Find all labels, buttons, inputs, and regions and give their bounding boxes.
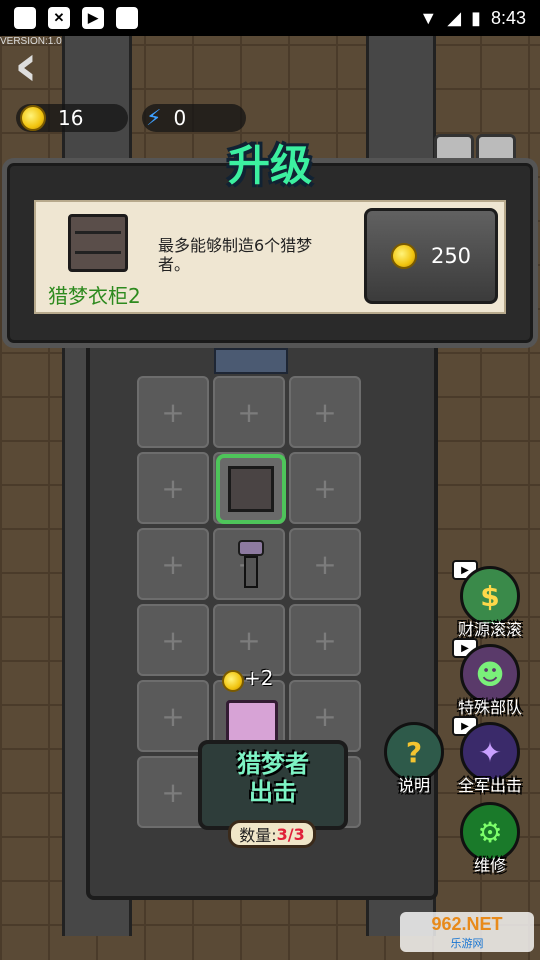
app-icon bbox=[14, 7, 36, 29]
attack-title-line1: 猎梦者 bbox=[237, 750, 309, 778]
all-out-attack-button[interactable]: ✦ 全军出击 bbox=[450, 722, 530, 796]
wardrobe-sprite bbox=[228, 466, 274, 512]
grid-slot[interactable]: + bbox=[137, 528, 209, 600]
coin-counter: 16 bbox=[16, 104, 128, 132]
item-description: 最多能够制造6个猎梦者。 bbox=[158, 236, 313, 274]
wealth-button[interactable]: $ 财源滚滚 bbox=[450, 566, 530, 640]
repair-button[interactable]: ⚙ 维修 bbox=[450, 802, 530, 876]
grid-slot[interactable]: + bbox=[137, 604, 209, 676]
clock: 8:43 bbox=[490, 7, 526, 28]
lamp-building[interactable] bbox=[238, 540, 264, 590]
grid-slot[interactable]: + bbox=[137, 680, 209, 752]
shield-icon: ▶ bbox=[82, 7, 104, 29]
coin-count: 16 bbox=[58, 106, 84, 130]
door[interactable] bbox=[214, 348, 288, 374]
grid-slot[interactable]: + bbox=[289, 528, 361, 600]
count-value: 3/3 bbox=[276, 824, 305, 844]
watermark-brand: 962.NET bbox=[431, 913, 503, 934]
wealth-label: 财源滚滚 bbox=[457, 620, 522, 639]
count-label: 数量: bbox=[239, 826, 277, 845]
wardrobe-icon bbox=[68, 214, 128, 272]
hunter-attack-button[interactable]: 猎梦者 出击 bbox=[198, 740, 348, 830]
grid-slot[interactable]: + bbox=[289, 376, 361, 448]
lightning-icon: ⚡ bbox=[146, 105, 162, 131]
coin-icon bbox=[222, 670, 244, 692]
coin-gain-text: +2 bbox=[244, 666, 274, 690]
special-forces-button[interactable]: ☻ 特殊部队 bbox=[450, 644, 530, 718]
help-button[interactable]: ? 说明 bbox=[374, 722, 454, 796]
all-out-label: 全军出击 bbox=[457, 776, 522, 795]
help-label: 说明 bbox=[397, 776, 430, 795]
close-notification-icon: ✕ bbox=[48, 7, 70, 29]
sd-card-icon bbox=[116, 7, 138, 29]
status-bar: ✕ ▶ ▼ ◢ ▮ 8:43 bbox=[0, 0, 540, 36]
special-label: 特殊部队 bbox=[457, 698, 522, 717]
battery-icon: ▮ bbox=[471, 7, 481, 28]
hunter-count: 数量: 3/3 bbox=[228, 820, 316, 848]
wifi-icon: ▼ bbox=[419, 7, 438, 28]
repair-label: 维修 bbox=[473, 856, 506, 875]
lamp-top bbox=[238, 540, 264, 556]
lamp-body bbox=[244, 556, 258, 588]
coin-icon bbox=[20, 105, 46, 131]
signal-icon: ◢ bbox=[447, 7, 462, 28]
energy-count: 0 bbox=[173, 106, 187, 130]
grid-slot[interactable]: + bbox=[137, 376, 209, 448]
watermark-logo: 962.NET 乐游网 bbox=[400, 912, 534, 952]
grid-slot[interactable]: + bbox=[213, 376, 285, 448]
grid-slot[interactable]: + bbox=[137, 452, 209, 524]
upgrade-cost: 250 bbox=[430, 244, 472, 268]
panel-title: 升级 bbox=[227, 141, 312, 190]
back-button[interactable]: ‹ bbox=[14, 36, 58, 94]
energy-counter: ⚡ 0 bbox=[142, 104, 246, 132]
upgrade-button[interactable]: 250 bbox=[364, 208, 498, 304]
wardrobe-building[interactable] bbox=[216, 454, 286, 524]
coin-icon bbox=[390, 243, 417, 269]
attack-title-line2: 出击 bbox=[249, 778, 297, 806]
item-name: 猎梦衣柜2 bbox=[48, 284, 141, 308]
grid-slot[interactable]: + bbox=[289, 452, 361, 524]
grid-slot[interactable]: + bbox=[289, 604, 361, 676]
watermark-subtitle: 乐游网 bbox=[450, 936, 484, 950]
